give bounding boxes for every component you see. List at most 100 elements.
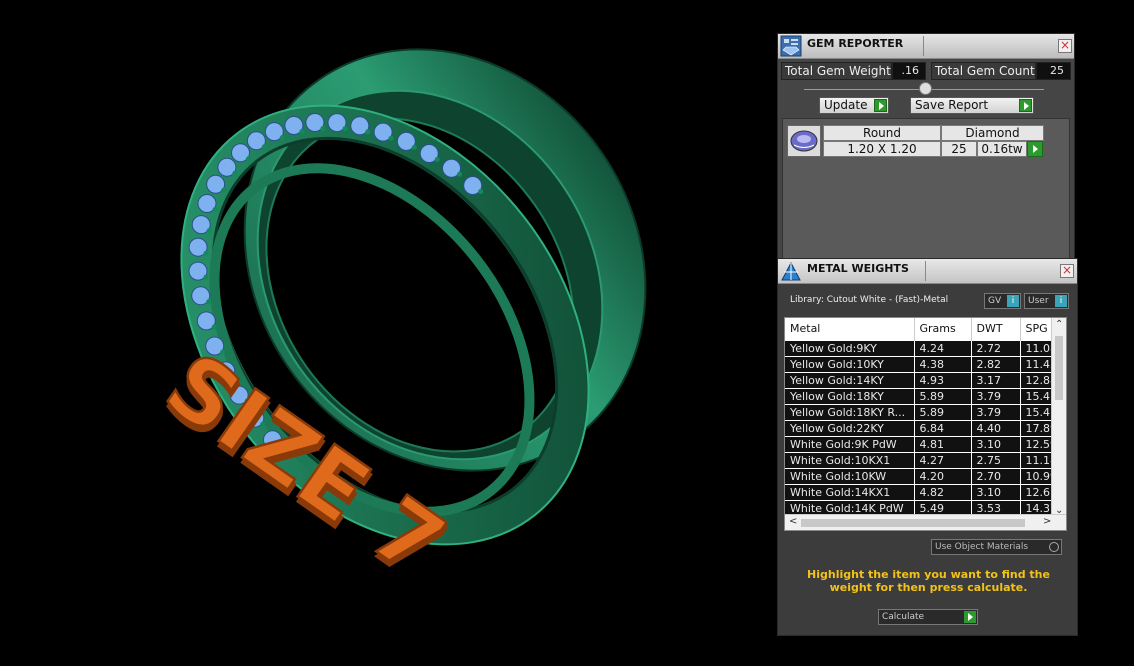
cell-grams: 5.89 (914, 387, 972, 404)
report-slider-handle[interactable] (919, 82, 932, 95)
scroll-left-icon[interactable]: < (789, 516, 797, 527)
cell-metal: Yellow Gold:9KY (785, 339, 915, 356)
cell-grams: 4.81 (914, 435, 972, 452)
table-row[interactable]: White Gold:9K PdW 4.81 3.10 12.59 (785, 435, 1058, 452)
round-diamond-icon (790, 130, 818, 152)
gem-reporter-icon (780, 35, 802, 57)
cell-dwt: 3.17 (971, 371, 1021, 388)
prong (365, 129, 371, 135)
table-row[interactable]: Yellow Gold:9KY 4.24 2.72 11.08 (785, 339, 1058, 356)
scroll-up-icon[interactable]: ⌃ (1055, 319, 1063, 330)
cell-dwt: 4.40 (971, 419, 1021, 436)
scrollbar-thumb[interactable] (1055, 336, 1063, 400)
scrollbar-thumb[interactable] (801, 519, 1025, 527)
gem-reporter-close-button[interactable]: × (1058, 39, 1072, 53)
prong (434, 157, 440, 162)
cell-dwt: 3.10 (971, 435, 1021, 452)
cell-metal: Yellow Gold:10KY (785, 355, 915, 372)
total-gem-count-value: 25 (1036, 62, 1071, 80)
use-object-materials-label: Use Object Materials (935, 542, 1029, 552)
prong (457, 171, 462, 177)
radio-icon (1049, 542, 1059, 552)
gem-reporter-titlebar[interactable]: GEM REPORTER × (778, 34, 1074, 59)
save-report-label: Save Report (915, 98, 989, 112)
update-label: Update (824, 98, 868, 112)
gem-type: Diamond (941, 125, 1044, 141)
metal-weights-close-button[interactable]: × (1060, 264, 1074, 278)
table-header-row: Metal Grams DWT SPG (785, 318, 1058, 340)
cell-metal: Yellow Gold:18KY (785, 387, 915, 404)
cell-grams: 4.20 (914, 467, 972, 484)
gem-count: 25 (941, 141, 977, 157)
prong (203, 274, 209, 280)
table-row[interactable]: White Gold:14KX1 4.82 3.10 12.61 (785, 483, 1058, 500)
prong (320, 126, 326, 131)
cell-grams: 4.27 (914, 451, 972, 468)
cell-dwt: 3.79 (971, 387, 1021, 404)
calculate-button[interactable]: Calculate (878, 609, 978, 625)
prong (411, 144, 417, 150)
column-header-dwt[interactable]: DWT (971, 318, 1021, 340)
total-gem-weight-value: .16 (892, 62, 926, 80)
user-toggle[interactable]: User i (1024, 293, 1069, 309)
cell-dwt: 2.82 (971, 355, 1021, 372)
title-divider (925, 261, 926, 281)
total-gem-weight-label: Total Gem Weight (781, 62, 892, 80)
prong (342, 126, 348, 132)
cell-grams: 4.93 (914, 371, 972, 388)
prong (203, 250, 209, 256)
play-icon (964, 611, 976, 623)
table-row[interactable]: Yellow Gold:10KY 4.38 2.82 11.45 (785, 355, 1058, 372)
table-row[interactable]: Yellow Gold:18KY R... 5.89 3.79 15.41 (785, 403, 1058, 420)
total-gem-count-label: Total Gem Count (931, 62, 1036, 80)
prong (206, 299, 212, 305)
vertical-scrollbar[interactable]: ⌃ ⌄ (1051, 318, 1066, 516)
horizontal-scrollbar[interactable]: < > (785, 514, 1066, 530)
table-row[interactable]: Yellow Gold:14KY 4.93 3.17 12.88 (785, 371, 1058, 388)
prong (212, 207, 218, 212)
table-row[interactable]: White Gold:10KX1 4.27 2.75 11.18 (785, 451, 1058, 468)
table-row[interactable]: White Gold:10KW 4.20 2.70 10.99 (785, 467, 1058, 484)
cell-grams: 4.38 (914, 355, 972, 372)
gem-weight: 0.16tw (977, 141, 1027, 157)
metal-weights-table: Metal Grams DWT SPG Yellow Gold:9KY 4.24 2… (784, 317, 1067, 531)
cell-metal: Yellow Gold:22KY (785, 419, 915, 436)
cell-metal: Yellow Gold:18KY R... (785, 403, 915, 420)
gem-detail-play-button[interactable] (1027, 141, 1043, 157)
scale-icon (781, 261, 801, 281)
cell-grams: 4.24 (914, 339, 972, 356)
cell-dwt: 3.79 (971, 403, 1021, 420)
3d-viewport[interactable]: SIZE 7 SIZE 7 (0, 0, 770, 666)
user-label: User (1028, 296, 1049, 306)
cell-grams: 5.89 (914, 403, 972, 420)
gem-reporter-title: GEM REPORTER (807, 37, 904, 50)
use-object-materials-toggle[interactable]: Use Object Materials (931, 539, 1062, 555)
save-report-button[interactable]: Save Report (910, 97, 1034, 114)
cell-metal: White Gold:10KX1 (785, 451, 915, 468)
gv-toggle[interactable]: GV i (984, 293, 1021, 309)
cell-metal: White Gold:9K PdW (785, 435, 915, 452)
cell-dwt: 2.70 (971, 467, 1021, 484)
prong (261, 144, 267, 150)
table-row[interactable]: Yellow Gold:22KY 6.84 4.40 17.89 (785, 419, 1058, 436)
update-button[interactable]: Update (819, 97, 889, 114)
column-header-metal[interactable]: Metal (785, 318, 915, 340)
calculate-hint: Highlight the item you want to find the … (807, 568, 1050, 594)
column-header-grams[interactable]: Grams (914, 318, 972, 340)
prong (246, 156, 251, 162)
metal-weights-titlebar[interactable]: METAL WEIGHTS × (778, 259, 1077, 284)
gem-size: 1.20 X 1.20 (823, 141, 941, 157)
round-gem-thumbnail[interactable] (787, 125, 821, 157)
cell-dwt: 3.10 (971, 483, 1021, 500)
metal-weights-title: METAL WEIGHTS (807, 262, 909, 275)
play-icon (874, 99, 887, 112)
cell-grams: 4.82 (914, 483, 972, 500)
table-row[interactable]: Yellow Gold:18KY 5.89 3.79 15.41 (785, 387, 1058, 404)
gv-label: GV (988, 296, 1002, 306)
prong (221, 187, 227, 193)
scroll-right-icon[interactable]: > (1043, 516, 1051, 527)
prong (388, 135, 394, 141)
play-icon (1019, 99, 1032, 112)
title-divider (923, 36, 924, 56)
gem-reporter-panel: GEM REPORTER × Total Gem Weight .16 Tota… (777, 33, 1075, 263)
